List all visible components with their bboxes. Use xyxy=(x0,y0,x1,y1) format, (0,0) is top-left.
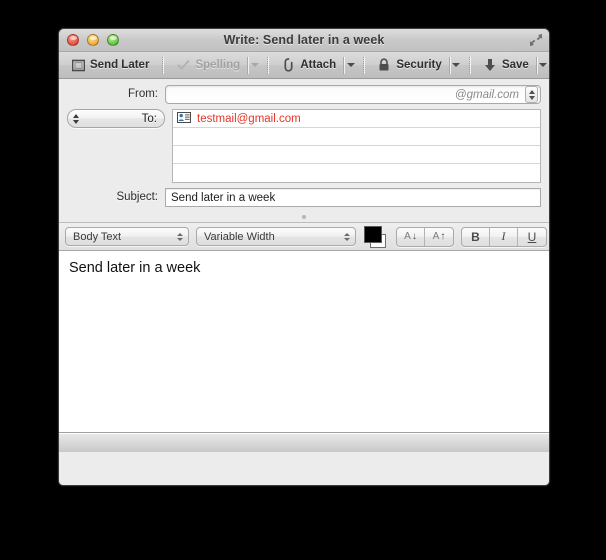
security-menu-divider xyxy=(448,56,450,74)
increase-font-size-button[interactable]: A ↑ xyxy=(425,228,453,246)
attach-label: Attach xyxy=(300,59,337,71)
bold-label: B xyxy=(471,229,480,244)
spelling-menu-divider xyxy=(247,56,248,74)
security-label: Security xyxy=(396,59,442,71)
to-row: To: testmail@gmail.com xyxy=(67,109,541,183)
paragraph-style-value: Body Text xyxy=(73,230,122,243)
attach-button[interactable]: Attach xyxy=(275,54,342,76)
up-arrow-icon: ↑ xyxy=(440,231,446,242)
from-stepper[interactable] xyxy=(525,86,538,103)
desktop-background: Write: Send later in a week Send Later S… xyxy=(0,0,606,560)
download-arrow-icon xyxy=(483,58,497,73)
window-title: Write: Send later in a week xyxy=(223,33,385,47)
send-later-button[interactable]: Send Later xyxy=(65,54,155,76)
send-later-label: Send Later xyxy=(90,59,150,71)
send-later-icon xyxy=(71,58,85,73)
recipient-row-3[interactable] xyxy=(173,146,540,164)
lock-icon xyxy=(377,58,391,73)
decrease-font-size-glyph: A xyxy=(404,231,411,242)
from-value: @gmail.com xyxy=(454,88,519,101)
recipient-row-4[interactable] xyxy=(173,164,540,182)
spelling-button[interactable]: Spelling xyxy=(170,54,246,76)
save-menu-arrow[interactable] xyxy=(538,54,549,76)
underline-label: U xyxy=(527,229,537,244)
toolbar-divider-3 xyxy=(363,56,365,74)
chevron-updown-icon xyxy=(344,232,350,241)
increase-font-size-glyph: A xyxy=(432,231,440,242)
format-toolbar: Body Text Variable Width A ↓ A ↑ B I U xyxy=(59,223,549,251)
save-menu-divider xyxy=(535,56,537,74)
close-button[interactable] xyxy=(67,34,79,46)
security-button[interactable]: Security xyxy=(371,54,447,76)
paragraph-style-select[interactable]: Body Text xyxy=(65,227,189,246)
text-color-swatch[interactable] xyxy=(363,225,389,249)
italic-button[interactable]: I xyxy=(490,227,518,246)
splitter-dot-icon xyxy=(302,215,306,219)
recipient-type-popup[interactable]: To: xyxy=(67,109,165,128)
recipient-list: testmail@gmail.com xyxy=(172,109,541,183)
minimize-button[interactable] xyxy=(87,34,99,46)
recipient-type-stepper-icon xyxy=(73,113,79,124)
window-controls xyxy=(67,34,119,46)
italic-label: I xyxy=(501,229,506,243)
bold-button[interactable]: B xyxy=(462,227,490,246)
status-bar xyxy=(59,433,549,452)
underline-button[interactable]: U xyxy=(518,228,546,246)
recipient-type-label: To: xyxy=(141,112,157,125)
window-titlebar: Write: Send later in a week xyxy=(59,29,549,52)
toolbar-divider-4 xyxy=(468,56,470,74)
attach-menu-arrow[interactable] xyxy=(345,54,356,76)
compose-window: Write: Send later in a week Send Later S… xyxy=(58,28,550,486)
spelling-menu-arrow[interactable] xyxy=(249,54,260,76)
fullscreen-arrows-icon[interactable] xyxy=(529,33,543,47)
attach-menu-divider xyxy=(343,56,344,74)
zoom-button[interactable] xyxy=(107,34,119,46)
save-button[interactable]: Save xyxy=(477,54,535,76)
compose-headers: From: @gmail.com To: testmail@gmail.com … xyxy=(59,79,549,207)
chevron-updown-icon xyxy=(177,232,183,241)
text-style-segmented-control: B I U xyxy=(461,226,547,247)
font-family-value: Variable Width xyxy=(204,230,275,243)
font-size-segmented-control: A ↓ A ↑ xyxy=(396,226,454,247)
from-field[interactable]: @gmail.com xyxy=(165,85,541,104)
foreground-color-chip xyxy=(364,225,382,243)
security-menu-arrow[interactable] xyxy=(451,54,462,76)
toolbar-divider xyxy=(162,56,164,74)
main-toolbar: Send Later Spelling Attach Security Save xyxy=(59,52,549,79)
paperclip-icon xyxy=(281,58,295,73)
recipient-row-2[interactable] xyxy=(173,128,540,146)
checkmark-icon xyxy=(176,58,190,73)
subject-row: Subject: Send later in a week xyxy=(67,188,541,207)
recipient-row-1[interactable]: testmail@gmail.com xyxy=(173,110,540,128)
header-body-splitter[interactable] xyxy=(59,212,549,223)
font-family-select[interactable]: Variable Width xyxy=(196,227,356,246)
subject-input[interactable]: Send later in a week xyxy=(165,188,541,207)
subject-label: Subject: xyxy=(116,191,158,203)
decrease-font-size-button[interactable]: A ↓ xyxy=(397,227,425,246)
recipient-address: testmail@gmail.com xyxy=(197,112,301,125)
spelling-label: Spelling xyxy=(195,59,241,71)
save-label: Save xyxy=(501,59,529,71)
from-label: From: xyxy=(127,88,158,100)
message-body-editor[interactable]: Send later in a week xyxy=(59,251,549,433)
down-arrow-icon: ↓ xyxy=(411,231,417,242)
toolbar-divider-2 xyxy=(267,56,269,74)
from-row: From: @gmail.com xyxy=(67,85,541,104)
contact-card-icon[interactable] xyxy=(177,110,191,128)
